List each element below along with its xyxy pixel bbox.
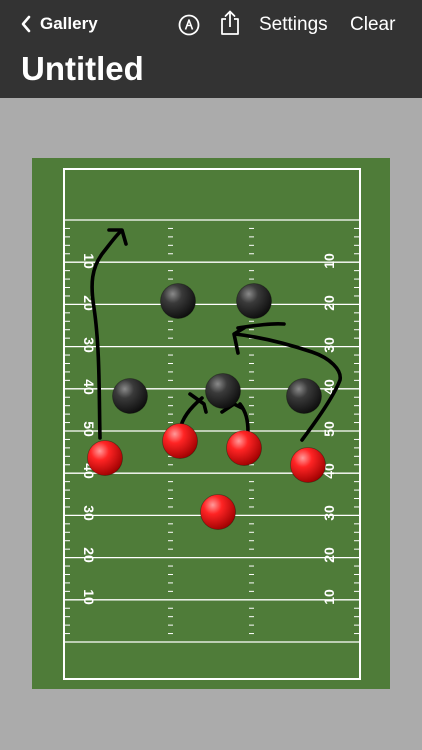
defense-player-token[interactable] (160, 283, 196, 319)
yard-number-left: 30 (81, 505, 97, 521)
markup-pen-icon (178, 14, 200, 36)
page-title: Untitled (21, 50, 144, 87)
offense-player-token[interactable] (200, 494, 236, 530)
football-field[interactable]: 10 1020 2030 3040 4050 5040 4030 3020 2010 10 (32, 158, 390, 689)
yard-number-left: 50 (81, 421, 97, 437)
yard-number-right: 50 (321, 421, 337, 437)
yard-number-left: 10 (81, 589, 97, 605)
share-icon (221, 10, 239, 35)
share-button[interactable] (219, 10, 241, 36)
markup-button[interactable] (178, 14, 200, 36)
offense-player-token[interactable] (87, 440, 123, 476)
play-canvas[interactable]: 10 10 20 20 30 30 40 40 50 50 40 40 30 30 20 20 10 10 (32, 158, 390, 689)
defense-player-token[interactable] (286, 378, 322, 414)
defense-player-token[interactable] (112, 378, 148, 414)
yard-number-right: 20 (321, 295, 337, 311)
defense-player-token[interactable] (205, 373, 241, 409)
navigation-bar: Gallery Settings Clear Untitled (0, 0, 422, 98)
app-root: Gallery Settings Clear Untitled 10 10 20… (0, 0, 422, 750)
yard-number-right: 10 (321, 589, 337, 605)
yard-number-right: 10 (321, 253, 337, 269)
chevron-left-icon (21, 15, 31, 33)
offense-player-token[interactable] (290, 447, 326, 483)
offense-player-token[interactable] (162, 423, 198, 459)
yard-number-left: 40 (81, 379, 97, 395)
yard-number-right: 20 (321, 547, 337, 563)
back-to-gallery-button[interactable]: Gallery (20, 12, 98, 36)
yard-number-right: 30 (321, 505, 337, 521)
settings-button[interactable]: Settings (259, 14, 328, 36)
clear-button[interactable]: Clear (350, 14, 395, 36)
offense-player-token[interactable] (226, 430, 262, 466)
defense-player-token[interactable] (236, 283, 272, 319)
yard-number-left: 30 (81, 337, 97, 353)
back-button-label: Gallery (40, 14, 98, 33)
yard-number-left: 20 (81, 547, 97, 563)
yard-number-right: 30 (321, 337, 337, 353)
